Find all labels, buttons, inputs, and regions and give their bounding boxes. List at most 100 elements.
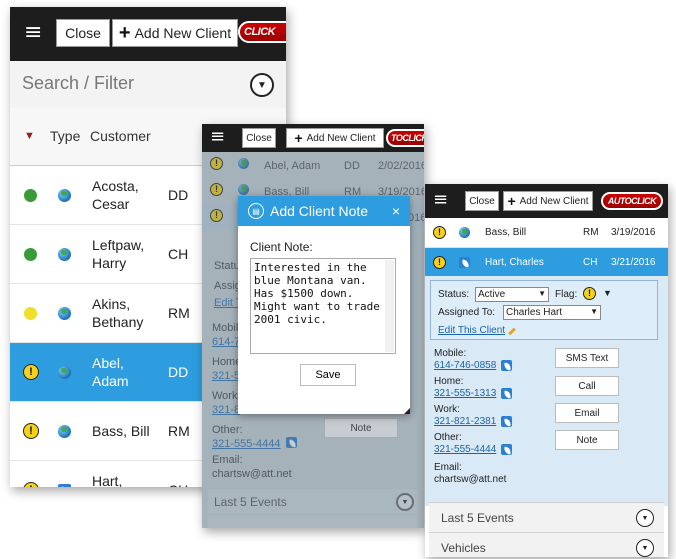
customer-name: Bass, Bill — [92, 423, 150, 439]
vehicles-section[interactable]: Vehicles ▼ — [429, 532, 664, 557]
row-date: 3/21/2016 — [611, 257, 656, 268]
add-new-client-button[interactable]: + Add New Client — [286, 128, 384, 148]
last-5-events-section[interactable]: Last 5 Events ▼ — [429, 502, 664, 532]
add-client-label: Add New Client — [306, 132, 376, 144]
menu-icon[interactable]: ≡ — [433, 191, 448, 209]
filter-dropdown-icon[interactable]: ▼ — [250, 73, 274, 97]
dialog-header: ▤ Add Client Note × — [238, 196, 410, 226]
plus-icon: + — [507, 193, 516, 209]
autoclick-logo: TOCLICK — [386, 129, 424, 147]
customer-code: RM — [168, 423, 190, 439]
expand-vehicles-icon[interactable]: ▼ — [636, 539, 654, 557]
sms-text-button[interactable]: SMS Text — [555, 348, 619, 368]
dialog-close-icon[interactable]: × — [392, 203, 400, 219]
assigned-value: Charles Hart — [506, 307, 563, 318]
pencil-icon — [508, 327, 516, 336]
globe-icon — [58, 248, 71, 261]
list-item[interactable]: ! Bass, Bill RM 3/19/2016 — [425, 218, 668, 248]
phone-icon[interactable] — [501, 360, 512, 371]
call-button[interactable]: Call — [555, 376, 619, 396]
customer-name: Bass, Bill — [485, 227, 527, 238]
add-new-client-button[interactable]: + Add New Client — [112, 19, 238, 47]
column-customer[interactable]: Customer — [90, 128, 151, 144]
autoclick-logo: AUTOCLICK — [601, 192, 663, 210]
plus-icon: + — [118, 21, 131, 44]
status-box: Status: Active ▼ Flag: ! ▼ Assigned To: C… — [430, 280, 658, 340]
add-note-dialog: ▤ Add Client Note × Client Note: Interes… — [238, 196, 410, 414]
close-button[interactable]: Close — [242, 128, 276, 148]
search-input[interactable]: Search / Filter — [22, 73, 134, 94]
warning-icon: ! — [23, 423, 39, 439]
email-button[interactable]: Email — [555, 403, 619, 423]
edit-client-link[interactable]: Edit This Client — [438, 325, 516, 336]
logo-text: TOCLICK — [391, 133, 424, 143]
top-bar: ≡ Close + Add New Client AUTOCLICK — [425, 184, 668, 218]
status-select[interactable]: Active ▼ — [475, 287, 549, 302]
flag-sort-icon[interactable]: ▼ — [24, 130, 35, 142]
add-client-label: Add New Client — [134, 25, 232, 41]
globe-icon — [58, 307, 71, 320]
note-icon: ▤ — [248, 203, 264, 219]
email-value: chartsw@att.net — [434, 474, 507, 485]
column-type[interactable]: Type — [50, 128, 80, 144]
globe-icon — [459, 227, 470, 238]
other-number[interactable]: 321-555-4444 — [434, 444, 496, 455]
close-button[interactable]: Close — [56, 19, 110, 47]
phone-icon[interactable] — [501, 388, 512, 399]
note-text: Interested in the blue Montana van. Has … — [254, 261, 387, 326]
warning-icon: ! — [23, 482, 39, 487]
search-bar[interactable]: Search / Filter ▼ — [10, 61, 286, 111]
home-label: Home: — [434, 376, 464, 387]
textarea-scrollbar[interactable] — [385, 260, 394, 352]
client-detail: Status: Active ▼ Flag: ! ▼ Assigned To: C… — [425, 276, 668, 506]
globe-icon — [58, 366, 71, 379]
assigned-select[interactable]: Charles Hart ▼ — [503, 305, 601, 320]
customer-code: CH — [583, 257, 598, 268]
menu-icon[interactable]: ≡ — [24, 22, 42, 44]
call-label: Call — [578, 380, 596, 392]
phone-icon[interactable] — [501, 416, 512, 427]
customer-name: Leftpaw, Harry — [92, 237, 145, 271]
customer-code: RM — [168, 305, 190, 321]
globe-icon — [58, 425, 71, 438]
other-label: Other: — [434, 432, 462, 443]
status-value: Active — [478, 289, 506, 300]
resize-grip-icon[interactable] — [404, 408, 410, 414]
chevron-down-icon: ▼ — [538, 289, 546, 298]
flag-select[interactable]: ! ▼ — [581, 287, 617, 302]
add-new-client-button[interactable]: + Add New Client — [503, 191, 593, 211]
note-button[interactable]: Note — [555, 430, 619, 450]
close-label: Close — [65, 25, 101, 41]
autoclick-logo: CLICK — [238, 21, 286, 43]
customer-name: Abel, Adam — [92, 355, 129, 389]
flag-label: Flag: — [555, 289, 578, 300]
close-button[interactable]: Close — [465, 191, 499, 211]
status-green-icon — [24, 248, 37, 261]
row-date: 3/19/2016 — [611, 227, 656, 238]
mobile-label: Mobile: — [434, 348, 467, 359]
add-client-label: Add New Client — [519, 195, 589, 207]
flag-warning-icon: ! — [583, 287, 596, 300]
mobile-number[interactable]: 614-746-0858 — [434, 360, 496, 371]
home-number[interactable]: 321-555-1313 — [434, 388, 496, 399]
list-item-selected[interactable]: ! Hart, Charles CH 3/21/2016 — [425, 248, 668, 278]
expand-events-icon[interactable]: ▼ — [636, 509, 654, 527]
menu-icon[interactable]: ≡ — [210, 128, 225, 146]
client-note-textarea[interactable]: Interested in the blue Montana van. Has … — [250, 258, 396, 354]
top-bar: ≡ Close + Add New Client TOCLICK — [202, 124, 424, 152]
work-number[interactable]: 321-821-2381 — [434, 416, 496, 427]
customer-code: DD — [168, 187, 189, 203]
phone-icon[interactable] — [501, 444, 512, 455]
customer-name: Hart, Charles — [485, 257, 544, 268]
composite-screenshot: ≡ Close + Add New Client CLICK Search / F… — [0, 0, 676, 559]
save-button[interactable]: Save — [300, 364, 356, 386]
assigned-label: Assigned To: — [438, 307, 496, 318]
logo-text: AUTOCLICK — [607, 196, 657, 206]
work-label: Work: — [434, 404, 460, 415]
email-btn-label: Email — [574, 407, 600, 419]
customer-name: Akins, Bethany — [92, 296, 144, 330]
events-label: Last 5 Events — [441, 511, 514, 525]
status-yellow-icon — [24, 307, 37, 320]
top-bar: ≡ Close + Add New Client CLICK — [10, 7, 286, 61]
add-note-panel: ≡ Close + Add New Client TOCLICK ! Abel, … — [202, 124, 424, 528]
